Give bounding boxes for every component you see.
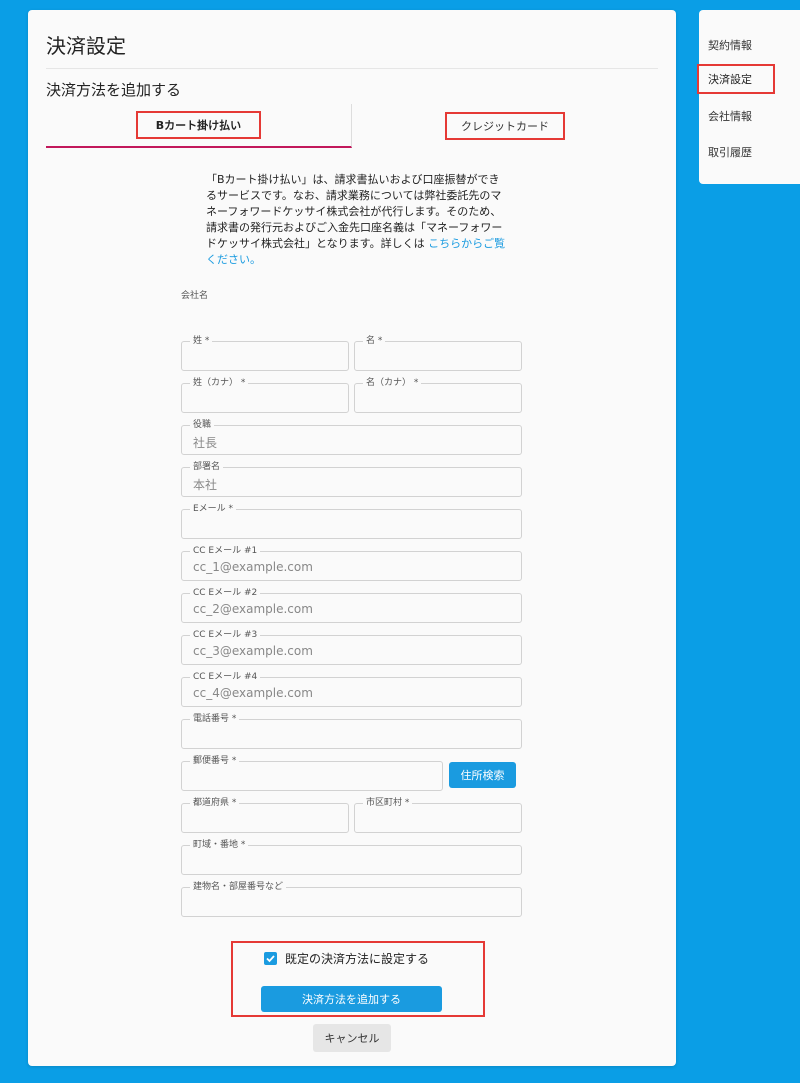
payment-settings-card: 決済設定 決済方法を追加する Bカート掛け払い クレジットカード 「Bカート掛け… xyxy=(28,10,676,1066)
cc-email-2-label: CC Eメール #2 xyxy=(190,587,261,599)
section-title: 決済方法を追加する xyxy=(46,81,182,99)
prefecture-field[interactable]: 都道府県 * xyxy=(181,797,349,833)
postal-code-field[interactable]: 郵便番号 * xyxy=(181,755,443,791)
position-label: 役職 xyxy=(190,419,215,431)
cc-email-4-label: CC Eメール #4 xyxy=(190,671,261,683)
confirm-actions-highlight: 既定の決済方法に設定する 決済方法を追加する xyxy=(231,941,485,1017)
address-search-button[interactable]: 住所検索 xyxy=(449,762,516,788)
phone-label: 電話番号 * xyxy=(190,713,240,725)
city-label: 市区町村 * xyxy=(363,797,413,809)
tab-bcart-invoice[interactable]: Bカート掛け払い xyxy=(46,104,352,148)
cc-email-4-field[interactable]: CC Eメール #4 cc_4@example.com xyxy=(181,671,522,707)
last-name-kana-field[interactable]: 姓（カナ） * xyxy=(181,377,349,413)
nav-item-contract[interactable]: 契約情報 xyxy=(708,37,752,53)
first-name-kana-label: 名（カナ） * xyxy=(363,377,422,389)
prefecture-label: 都道府県 * xyxy=(190,797,240,809)
position-value: 社長 xyxy=(193,436,218,450)
default-method-label[interactable]: 既定の決済方法に設定する xyxy=(285,950,429,967)
cc-email-2-field[interactable]: CC Eメール #2 cc_2@example.com xyxy=(181,587,522,623)
nav-item-transaction-history[interactable]: 取引履歴 xyxy=(708,144,752,160)
building-label: 建物名・部屋番号など xyxy=(190,881,287,893)
tab-bcart-invoice-label: Bカート掛け払い xyxy=(135,111,262,139)
last-name-label: 姓 * xyxy=(190,335,213,347)
cc-email-1-label: CC Eメール #1 xyxy=(190,545,261,557)
add-payment-method-button[interactable]: 決済方法を追加する xyxy=(261,986,442,1012)
department-value: 本社 xyxy=(193,478,218,492)
payment-method-tabs: Bカート掛け払い クレジットカード xyxy=(46,104,658,148)
page-title: 決済設定 xyxy=(46,34,126,58)
title-divider xyxy=(46,68,658,69)
cc-email-1-field[interactable]: CC Eメール #1 cc_1@example.com xyxy=(181,545,522,581)
phone-field[interactable]: 電話番号 * xyxy=(181,713,522,749)
cc-email-3-label: CC Eメール #3 xyxy=(190,629,261,641)
cc-email-4-value: cc_4@example.com xyxy=(193,686,313,700)
street-label: 町域・番地 * xyxy=(190,839,249,851)
first-name-kana-field[interactable]: 名（カナ） * xyxy=(354,377,522,413)
department-label: 部署名 xyxy=(190,461,224,473)
postal-code-label: 郵便番号 * xyxy=(190,755,240,767)
position-field[interactable]: 役職 社長 xyxy=(181,419,522,455)
cc-email-3-field[interactable]: CC Eメール #3 cc_3@example.com xyxy=(181,629,522,665)
service-description: 「Bカート掛け払い」は、請求書払いおよび口座振替ができるサービスです。なお、請求… xyxy=(206,172,508,268)
email-field[interactable]: Eメール * xyxy=(181,503,522,539)
last-name-kana-label: 姓（カナ） * xyxy=(190,377,249,389)
check-icon xyxy=(266,955,275,963)
nav-item-payment-settings[interactable]: 決済設定 xyxy=(697,64,775,94)
default-method-checkbox[interactable] xyxy=(264,952,277,965)
side-navigation: 契約情報 決済設定 会社情報 取引履歴 xyxy=(697,10,800,184)
nav-item-company-info[interactable]: 会社情報 xyxy=(708,108,752,124)
last-name-field[interactable]: 姓 * xyxy=(181,335,349,371)
building-field[interactable]: 建物名・部屋番号など xyxy=(181,881,522,917)
first-name-label: 名 * xyxy=(363,335,386,347)
tab-credit-card[interactable]: クレジットカード xyxy=(352,104,658,148)
tab-credit-card-label: クレジットカード xyxy=(445,112,565,140)
cc-email-2-value: cc_2@example.com xyxy=(193,602,313,616)
cancel-button[interactable]: キャンセル xyxy=(313,1024,391,1052)
first-name-field[interactable]: 名 * xyxy=(354,335,522,371)
street-field[interactable]: 町域・番地 * xyxy=(181,839,522,875)
cc-email-3-value: cc_3@example.com xyxy=(193,644,313,658)
department-field[interactable]: 部署名 本社 xyxy=(181,461,522,497)
email-label: Eメール * xyxy=(190,503,237,515)
company-name-label: 会社名 xyxy=(181,291,209,301)
city-field[interactable]: 市区町村 * xyxy=(354,797,522,833)
cc-email-1-value: cc_1@example.com xyxy=(193,560,313,574)
